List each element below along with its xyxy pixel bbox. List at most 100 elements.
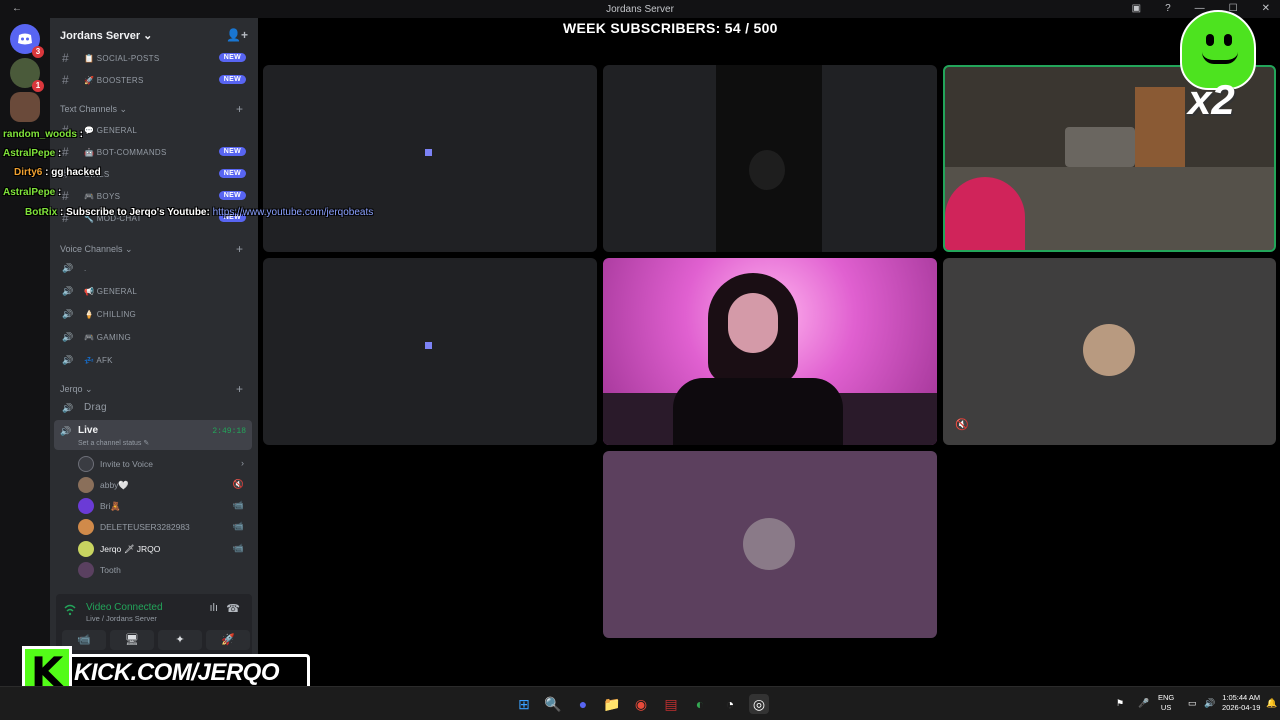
channel-item[interactable]: # 🎮 BOYS NEW (56, 186, 252, 206)
hash-icon: # (62, 51, 69, 65)
hash-icon: # (62, 145, 69, 159)
invite-to-voice-button[interactable]: Invite to Voice › (78, 454, 248, 474)
start-icon[interactable]: ⊞ (514, 694, 534, 714)
server-icon[interactable]: 1 (10, 58, 44, 92)
category-label: Text Channels ⌄ (60, 104, 128, 114)
search-icon[interactable]: 🔍 (543, 694, 563, 714)
chat-message: BotRix : Subscribe to Jerqo's Youtube: h… (25, 207, 373, 218)
channel-status[interactable]: Set a channel status ✎ (78, 439, 149, 447)
voice-user[interactable]: Tooth (78, 560, 248, 580)
channel-name: Drag (84, 402, 107, 413)
video-tile[interactable] (263, 65, 597, 252)
inbox-icon[interactable]: ▣ (1132, 3, 1141, 14)
voice-channel-item[interactable]: 🔊. (56, 258, 252, 278)
add-channel-icon[interactable]: + (236, 242, 243, 256)
speaker-icon: 🔊 (62, 355, 74, 365)
flag-icon[interactable]: ⚑ (1116, 698, 1124, 708)
user-name: DELETEUSER3282983 (100, 522, 190, 532)
microphone-icon[interactable]: 🎤 (1138, 698, 1149, 708)
avatar (743, 518, 795, 570)
volume-icon[interactable]: 🔊 (1204, 698, 1215, 708)
noise-suppression-icon[interactable]: ılı (209, 602, 218, 614)
disconnect-icon[interactable]: ☎ (226, 602, 240, 615)
voice-user[interactable]: DELETEUSER3282983 📹 (78, 517, 248, 537)
voice-channel-drag[interactable]: 🔊 Drag (56, 398, 252, 418)
help-icon[interactable]: ? (1165, 3, 1171, 14)
server-list: 3 1 (0, 18, 50, 686)
chrome-alt-icon[interactable]: ◐ (690, 694, 710, 714)
mascot-eye (1224, 34, 1232, 46)
channel-sidebar: Jordans Server ⌄ 👤+ # 📋 SOCIAL-POSTS NEW #… (50, 18, 258, 686)
voice-user[interactable]: Jerqo 🗡 JRQO 📹 (78, 539, 248, 559)
loading-indicator (425, 342, 432, 349)
channel-item[interactable]: # 📋 SOCIAL-POSTS NEW (56, 48, 252, 68)
voice-channel-item[interactable]: 🔊 💤 AFK (56, 350, 252, 370)
jerqo-category[interactable]: Jerqo ⌄ + (60, 382, 243, 396)
mascot-mouth (1202, 52, 1238, 64)
add-channel-icon[interactable]: + (236, 102, 243, 116)
channel-name: 🤖 BOT-COMMANDS (84, 148, 167, 157)
clock[interactable]: 1:05:44 AM 2026-04-19 (1222, 693, 1260, 713)
voice-channel-item[interactable]: 🔊 🍦 CHILLING (56, 304, 252, 324)
video-grid: 🔇 WEEK SUBSCRIBERS: 54 / 500 (258, 18, 1280, 686)
avatar (78, 562, 94, 578)
add-channel-icon[interactable]: + (236, 382, 243, 396)
discord-taskbar-icon[interactable]: ● (573, 694, 593, 714)
chevron-right-icon: › (241, 458, 244, 468)
folder-icon[interactable]: 📁 (602, 694, 622, 714)
speaker-icon: 🔊 (62, 403, 74, 413)
channel-item[interactable]: # 🤖 BOT-COMMANDS NEW (56, 142, 252, 162)
voice-user[interactable]: abby🤍 🔇 (78, 475, 248, 495)
new-badge: NEW (218, 169, 246, 178)
channel-item[interactable]: # 💬 GENERAL (56, 120, 252, 140)
chat-user: Dirty6 (14, 167, 43, 178)
subscriber-goal: WEEK SUBSCRIBERS: 54 / 500 (563, 20, 778, 36)
new-badge: NEW (218, 191, 246, 200)
display-icon[interactable]: ▭ (1188, 698, 1197, 708)
new-badge: NEW (218, 53, 246, 62)
obs-icon[interactable]: ◎ (749, 694, 769, 714)
text-channels-category[interactable]: Text Channels ⌄ + (60, 102, 243, 116)
speaker-icon: 🔊 (62, 309, 74, 319)
title-bar: ← Jordans Server ▣ ? — ☐ ✕ (0, 0, 1280, 18)
call-timer: 2:49:18 (212, 427, 246, 436)
home-discord-icon[interactable]: 3 (10, 24, 44, 58)
language-indicator[interactable]: ENG US (1158, 693, 1174, 713)
add-member-icon[interactable]: 👤+ (226, 28, 248, 42)
channel-name: 💤 AFK (84, 356, 113, 365)
notification-badge: 1 (32, 80, 44, 92)
chat-link[interactable]: https://www.youtube.com/jerqobeats (213, 207, 374, 218)
connection-channel: Live / Jordans Server (86, 614, 157, 623)
mascot-eye (1206, 34, 1214, 46)
language-code: ENG (1158, 693, 1175, 702)
avatar (78, 541, 94, 557)
video-tile[interactable]: 🔇 (943, 258, 1276, 445)
app-icon[interactable]: ◔ (720, 694, 740, 714)
video-tile[interactable] (263, 258, 597, 445)
voice-user[interactable]: Bri🧸 📹 (78, 496, 248, 516)
chat-user: random_woods (3, 129, 77, 140)
video-icon: 📹 (232, 543, 244, 553)
chrome-icon[interactable]: ◉ (631, 694, 651, 714)
connection-status[interactable]: Video Connected (86, 602, 163, 613)
channel-name: 📋 SOCIAL-POSTS (84, 54, 160, 63)
notification-icon[interactable]: 🔔 (1266, 698, 1277, 708)
voice-channel-item[interactable]: 🔊 🎮 GAMING (56, 327, 252, 347)
voice-channel-item[interactable]: 🔊 📢 GENERAL (56, 281, 252, 301)
channel-name: 🎮 BOYS (84, 192, 121, 201)
server-icon-active[interactable] (10, 92, 40, 122)
channel-item[interactable]: # 🚀 BOOSTERS NEW (56, 70, 252, 90)
video-tile[interactable] (603, 65, 937, 252)
voice-channels-category[interactable]: Voice Channels ⌄ + (60, 242, 243, 256)
region-code: US (1160, 703, 1172, 712)
video-tile[interactable] (603, 451, 937, 638)
voicemod-icon[interactable]: ▤ (661, 694, 681, 714)
video-tile[interactable] (603, 258, 937, 445)
chat-user: AstralPepe (3, 148, 56, 159)
close-button[interactable]: ✕ (1262, 3, 1270, 14)
voice-channel-live[interactable]: 🔊 Live Set a channel status ✎ 2:49:18 (54, 420, 252, 450)
avatar (78, 498, 94, 514)
add-user-icon (78, 456, 94, 472)
category-label: Voice Channels ⌄ (60, 244, 133, 254)
signal-icon[interactable] (64, 604, 76, 619)
